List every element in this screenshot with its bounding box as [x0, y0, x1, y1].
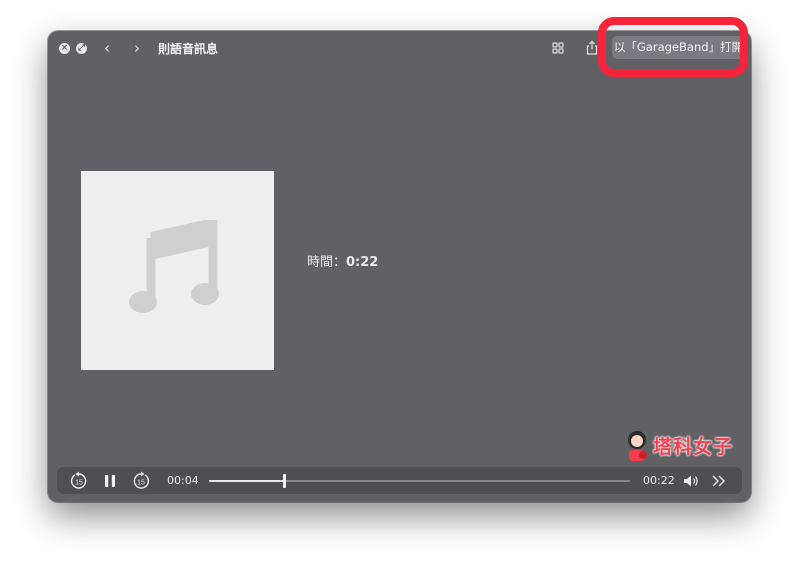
watermark-text: 塔科女子: [653, 436, 734, 458]
more-controls-chevrons-icon[interactable]: [709, 471, 729, 491]
skip-forward-seconds: 15: [137, 480, 145, 487]
progress-fill: [209, 480, 285, 482]
progress-scrubber[interactable]: [209, 474, 630, 488]
duration-info: 時間：0:22: [307, 251, 378, 270]
back-chevron-icon[interactable]: ‹: [98, 39, 116, 57]
pause-icon[interactable]: [100, 471, 120, 491]
scrubber-handle[interactable]: [283, 474, 287, 488]
grid-view-icon[interactable]: [550, 40, 566, 56]
playback-controls: 15 15 00:04 00:22: [57, 467, 742, 494]
share-icon[interactable]: [584, 40, 600, 56]
total-time: 00:22: [643, 474, 675, 487]
title-bar: × ⤢ ‹ › 則語音訊息 以「GarageBand」打開: [48, 31, 751, 65]
quicklook-window: × ⤢ ‹ › 則語音訊息 以「GarageBand」打開 時間：0:22 塔科…: [48, 31, 751, 502]
volume-icon[interactable]: [681, 471, 701, 491]
current-time: 00:04: [167, 474, 199, 487]
open-with-garageband-button[interactable]: 以「GarageBand」打開: [612, 36, 745, 59]
watermark: 塔科女子: [623, 428, 743, 462]
skip-back-15-icon[interactable]: 15: [69, 471, 89, 491]
music-note-icon: [129, 220, 219, 313]
window-title: 則語音訊息: [158, 42, 219, 56]
close-icon[interactable]: ×: [59, 43, 70, 54]
skip-forward-15-icon[interactable]: 15: [131, 471, 151, 491]
album-artwork: [81, 171, 274, 370]
fullscreen-icon[interactable]: ⤢: [76, 43, 87, 54]
forward-chevron-icon[interactable]: ›: [128, 39, 146, 57]
skip-back-seconds: 15: [75, 480, 83, 487]
watermark-avatar-icon: [628, 431, 647, 461]
duration-label: 時間：: [307, 255, 347, 270]
duration-value: 0:22: [346, 255, 379, 270]
